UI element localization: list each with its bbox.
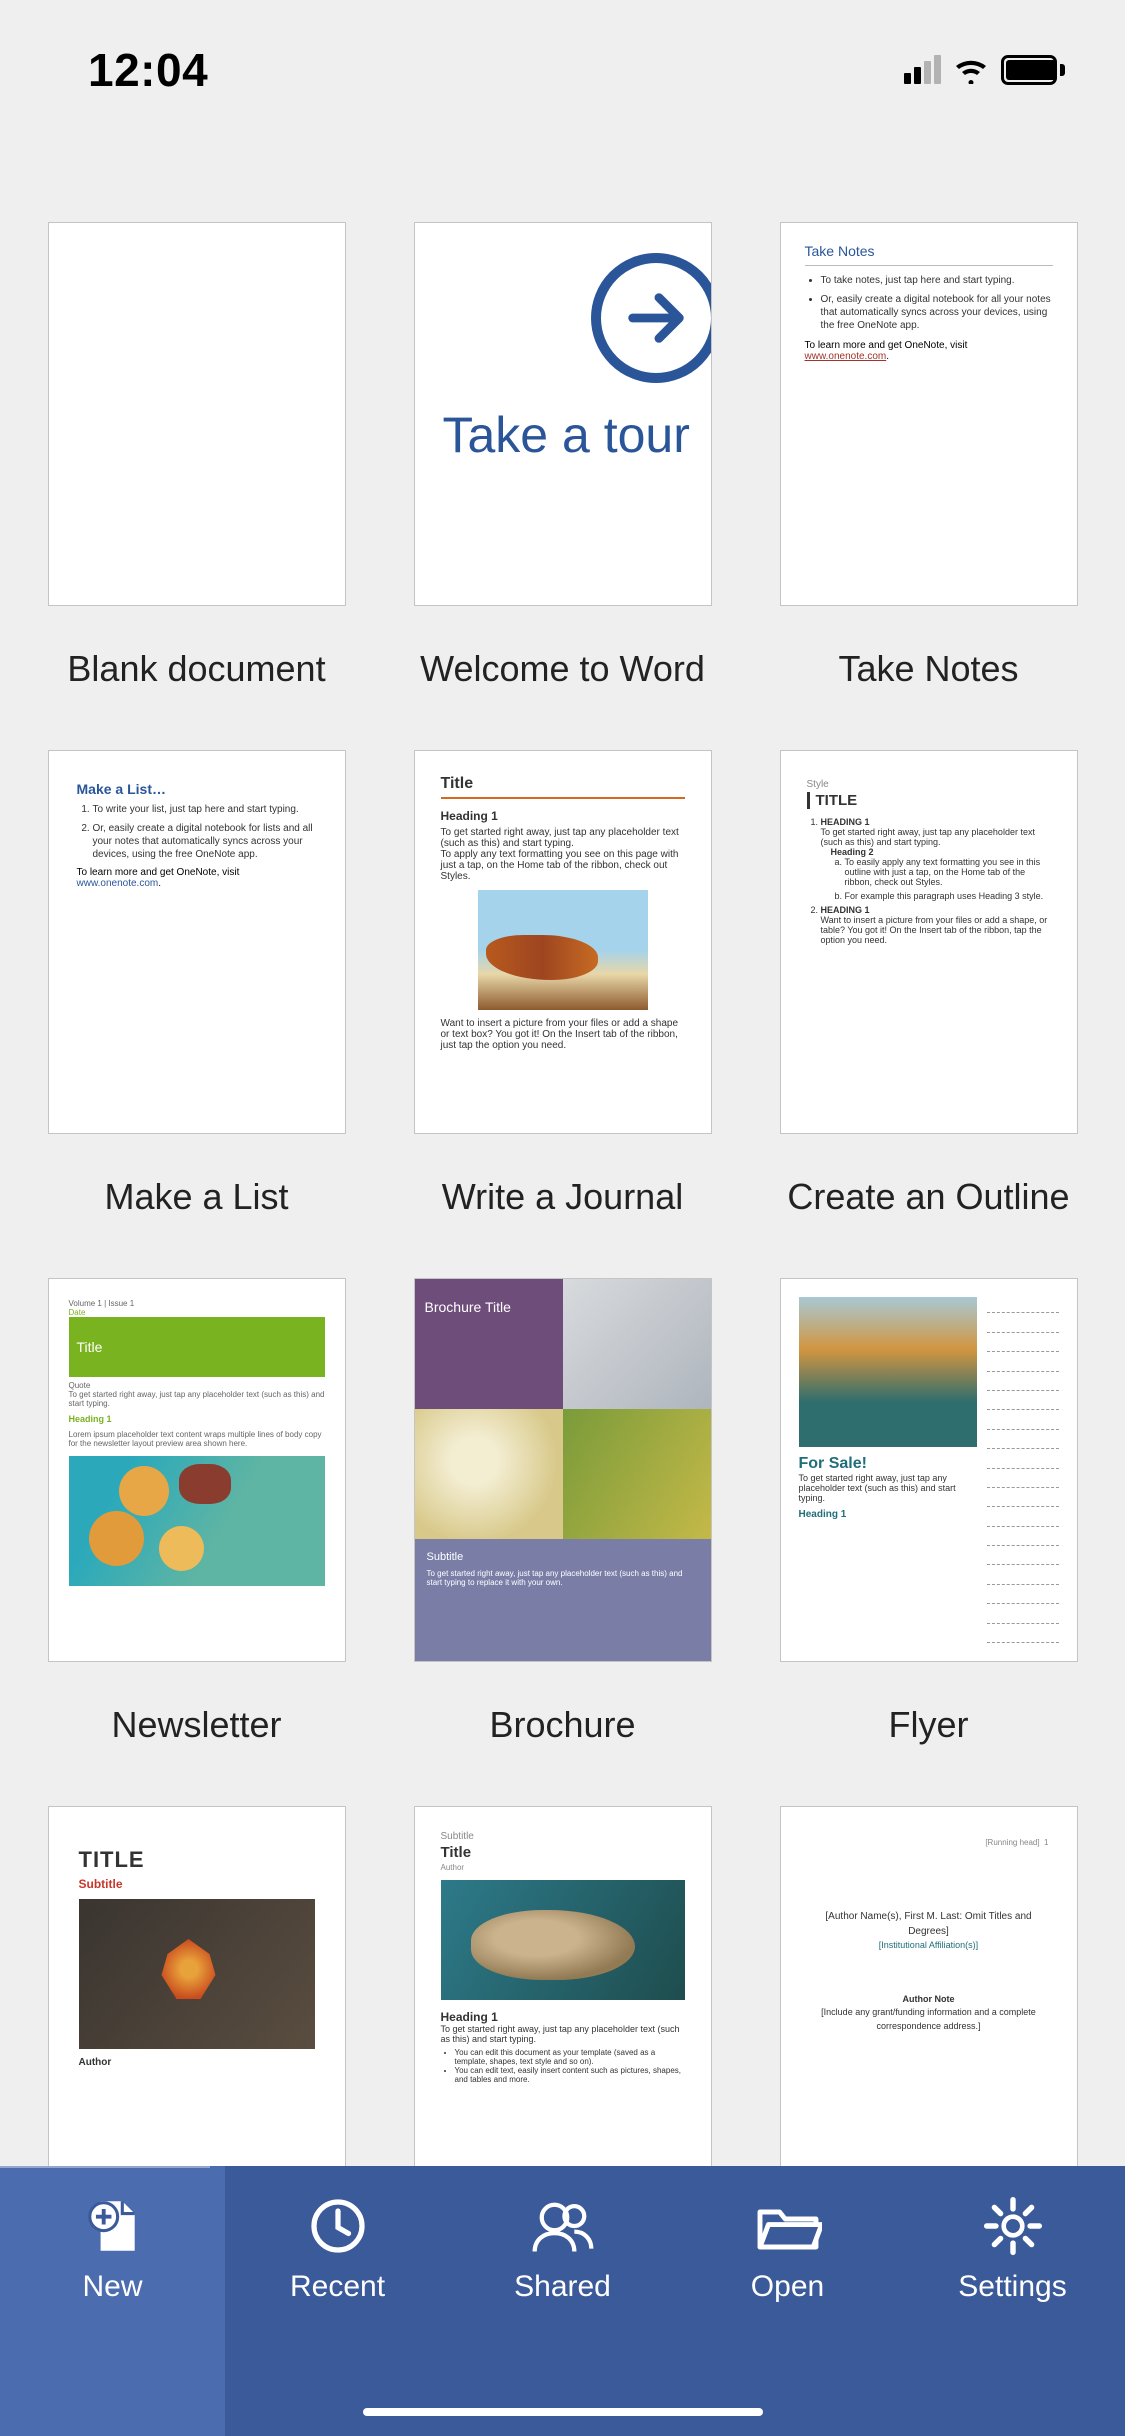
cellular-signal-icon — [904, 56, 941, 84]
template-newsletter[interactable]: Volume 1 | Issue 1Date Title Quote To ge… — [48, 1278, 346, 1746]
arrow-right-icon — [591, 253, 712, 383]
tab-label: Settings — [958, 2270, 1066, 2304]
people-icon — [528, 2192, 598, 2260]
photo-placeholder-icon — [415, 1409, 563, 1539]
template-photo-journal[interactable]: TITLE Subtitle Author — [48, 1806, 346, 2166]
template-thumb: Subtitle Title Author Heading 1 To get s… — [414, 1806, 712, 2166]
template-label: Take Notes — [838, 648, 1018, 690]
template-label: Make a List — [104, 1176, 288, 1218]
template-flyer[interactable]: For Sale! To get started right away, jus… — [780, 1278, 1078, 1746]
template-thumb: Take a tour — [414, 222, 712, 606]
template-thumb: Take Notes To take notes, just tap here … — [780, 222, 1078, 606]
template-thumb: Brochure Title SubtitleTo get started ri… — [414, 1278, 712, 1662]
clock-icon — [303, 2192, 373, 2260]
template-label: Write a Journal — [442, 1176, 683, 1218]
tab-label: Open — [751, 2270, 824, 2304]
tab-settings[interactable]: Settings — [900, 2166, 1125, 2436]
template-thumb — [48, 222, 346, 606]
template-thumb: Style TITLE HEADING 1To get started righ… — [780, 750, 1078, 1134]
status-icons — [904, 55, 1065, 85]
template-thumb: TITLE Subtitle Author — [48, 1806, 346, 2166]
template-label: Flyer — [889, 1704, 969, 1746]
tab-open[interactable]: Open — [675, 2166, 900, 2436]
gear-icon — [978, 2192, 1048, 2260]
template-blank-document[interactable]: Blank document — [48, 222, 346, 690]
template-welcome-to-word[interactable]: Take a tour Welcome to Word — [414, 222, 712, 690]
template-thumb: Make a List… To write your list, just ta… — [48, 750, 346, 1134]
template-thumb: Volume 1 | Issue 1Date Title Quote To ge… — [48, 1278, 346, 1662]
thumb-text: Take a tour — [415, 383, 711, 462]
photo-placeholder-icon — [478, 890, 648, 1010]
status-time: 12:04 — [88, 43, 208, 97]
template-label: Newsletter — [111, 1704, 281, 1746]
template-create-an-outline[interactable]: Style TITLE HEADING 1To get started righ… — [780, 750, 1078, 1218]
template-label: Create an Outline — [787, 1176, 1069, 1218]
bottom-tab-bar: New Recent Shared Open Settings — [0, 2166, 1125, 2436]
template-label: Welcome to Word — [420, 648, 705, 690]
template-thumb: Title Heading 1 To get started right awa… — [414, 750, 712, 1134]
template-label: Blank document — [67, 648, 325, 690]
photo-placeholder-icon — [69, 1456, 325, 1586]
tab-recent[interactable]: Recent — [225, 2166, 450, 2436]
template-make-a-list[interactable]: Make a List… To write your list, just ta… — [48, 750, 346, 1218]
home-indicator[interactable] — [363, 2408, 763, 2416]
template-write-a-journal[interactable]: Title Heading 1 To get started right awa… — [414, 750, 712, 1218]
photo-placeholder-icon — [563, 1279, 711, 1409]
new-document-icon — [78, 2192, 148, 2260]
photo-placeholder-icon — [563, 1409, 711, 1539]
folder-open-icon — [753, 2192, 823, 2260]
tab-label: Shared — [514, 2270, 611, 2304]
template-mla-paper[interactable]: [Running head] 1 [Author Name(s), First … — [780, 1806, 1078, 2166]
status-bar: 12:04 — [0, 0, 1125, 130]
template-gallery[interactable]: Blank document Take a tour Welcome to Wo… — [0, 130, 1125, 2166]
photo-placeholder-icon — [441, 1880, 685, 2000]
tab-shared[interactable]: Shared — [450, 2166, 675, 2436]
photo-placeholder-icon — [79, 1899, 315, 2049]
photo-placeholder-icon — [799, 1297, 977, 1447]
tab-new[interactable]: New — [0, 2166, 225, 2436]
template-label: Brochure — [489, 1704, 635, 1746]
tab-label: New — [82, 2270, 142, 2304]
template-thumb: For Sale! To get started right away, jus… — [780, 1278, 1078, 1662]
template-take-notes[interactable]: Take Notes To take notes, just tap here … — [780, 222, 1078, 690]
wifi-icon — [951, 56, 991, 84]
battery-icon — [1001, 55, 1065, 85]
tab-label: Recent — [290, 2270, 385, 2304]
template-report[interactable]: Subtitle Title Author Heading 1 To get s… — [414, 1806, 712, 2166]
template-brochure[interactable]: Brochure Title SubtitleTo get started ri… — [414, 1278, 712, 1746]
template-thumb: [Running head] 1 [Author Name(s), First … — [780, 1806, 1078, 2166]
